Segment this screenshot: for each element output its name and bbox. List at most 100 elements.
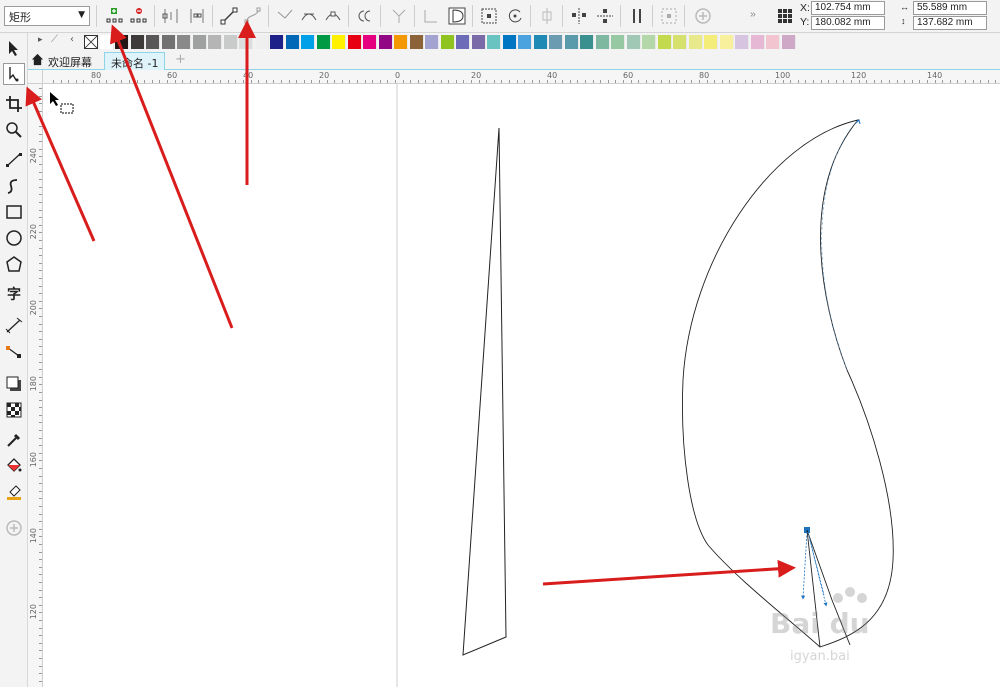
color-swatch[interactable] — [719, 35, 734, 49]
color-swatch[interactable] — [378, 35, 393, 49]
color-swatch[interactable] — [270, 35, 284, 49]
color-swatch[interactable] — [502, 35, 517, 49]
palette-menu-icon[interactable]: ▸ — [38, 35, 43, 45]
close-curve-button[interactable] — [418, 3, 444, 29]
color-swatch[interactable] — [254, 35, 269, 49]
shape-tool[interactable] — [3, 63, 25, 85]
color-swatch[interactable] — [409, 35, 424, 49]
to-curve-button[interactable] — [240, 3, 266, 29]
to-line-button[interactable] — [216, 3, 242, 29]
color-swatch[interactable] — [115, 35, 129, 49]
color-swatch[interactable] — [595, 35, 610, 49]
color-swatch[interactable] — [99, 35, 114, 49]
rectangle-tool[interactable] — [3, 201, 25, 223]
color-swatch[interactable] — [223, 35, 238, 49]
color-swatch[interactable] — [177, 35, 191, 49]
smooth-node-button[interactable] — [296, 3, 322, 29]
tab-welcome-screen[interactable]: 欢迎屏幕 — [42, 52, 98, 70]
color-swatch[interactable] — [363, 35, 377, 49]
color-swatch[interactable] — [440, 35, 455, 49]
height-field[interactable]: 137.682 mm — [913, 16, 987, 30]
color-swatch[interactable] — [549, 35, 563, 49]
artistic-media-tool[interactable] — [3, 175, 25, 197]
add-tool-button[interactable] — [3, 517, 25, 539]
horizontal-ruler[interactable]: 80 60 40 20 0 20 40 60 80 100 120 140 — [43, 70, 1000, 84]
break-curve-button[interactable] — [184, 3, 210, 29]
color-swatch[interactable] — [564, 35, 579, 49]
color-swatch[interactable] — [285, 35, 300, 49]
color-swatch[interactable] — [688, 35, 703, 49]
stretch-nodes-button[interactable] — [476, 3, 502, 29]
color-swatch[interactable] — [533, 35, 548, 49]
color-swatch[interactable] — [239, 35, 253, 49]
select-all-nodes-button[interactable] — [656, 3, 682, 29]
color-swatch[interactable] — [301, 35, 315, 49]
color-swatch[interactable] — [487, 35, 501, 49]
drop-shadow-tool[interactable] — [3, 373, 25, 395]
text-tool[interactable]: 字 — [3, 283, 25, 305]
eyedropper-tool[interactable] — [3, 429, 25, 451]
color-swatch[interactable] — [394, 35, 408, 49]
drawing-canvas[interactable] — [43, 84, 1000, 687]
pick-tool[interactable] — [3, 37, 25, 59]
color-swatch[interactable] — [626, 35, 641, 49]
align-nodes-button[interactable] — [534, 3, 560, 29]
vertical-ruler[interactable]: 240 220 200 180 160 140 120 — [28, 84, 43, 687]
x-position-field[interactable]: 102.754 mm — [811, 1, 885, 15]
zoom-tool[interactable] — [3, 119, 25, 141]
y-position-field[interactable]: 180.082 mm — [811, 16, 885, 30]
polygon-tool[interactable] — [3, 253, 25, 275]
color-swatch[interactable] — [766, 35, 780, 49]
eyedropper-icon[interactable]: ⟋ — [51, 34, 58, 45]
transparency-tool[interactable] — [3, 399, 25, 421]
crop-tool[interactable] — [3, 93, 25, 115]
width-field[interactable]: 55.589 mm — [913, 1, 987, 15]
color-swatch[interactable] — [642, 35, 656, 49]
color-swatch[interactable] — [456, 35, 470, 49]
color-swatch[interactable] — [192, 35, 207, 49]
color-swatch[interactable] — [146, 35, 160, 49]
ellipse-tool[interactable] — [3, 227, 25, 249]
color-swatch[interactable] — [161, 35, 176, 49]
color-swatch[interactable] — [750, 35, 765, 49]
auto-close-button[interactable] — [444, 3, 470, 29]
rotate-nodes-button[interactable] — [502, 3, 528, 29]
add-tab-button[interactable]: + — [169, 50, 192, 68]
color-swatch[interactable] — [130, 35, 145, 49]
color-swatch[interactable] — [332, 35, 346, 49]
color-swatch[interactable] — [518, 35, 532, 49]
delete-node-button[interactable] — [126, 3, 152, 29]
color-swatch[interactable] — [316, 35, 331, 49]
color-swatch[interactable] — [611, 35, 625, 49]
color-swatch[interactable] — [735, 35, 749, 49]
elastic-mode-button[interactable] — [624, 3, 650, 29]
join-nodes-button[interactable] — [158, 3, 184, 29]
overflow-chevron-icon[interactable]: » — [750, 8, 756, 20]
color-swatch[interactable] — [208, 35, 222, 49]
parallel-dimension-tool[interactable] — [3, 315, 25, 337]
color-swatch[interactable] — [704, 35, 718, 49]
connector-tool[interactable] — [3, 341, 25, 363]
mirror-h-button[interactable] — [566, 3, 592, 29]
smart-fill-tool[interactable] — [3, 481, 25, 503]
color-swatch[interactable] — [425, 35, 439, 49]
color-swatch[interactable] — [471, 35, 486, 49]
color-swatch[interactable] — [657, 35, 672, 49]
color-swatch[interactable] — [580, 35, 594, 49]
position-grid-button[interactable] — [772, 3, 798, 29]
interactive-fill-tool[interactable] — [3, 455, 25, 477]
color-swatch[interactable] — [347, 35, 362, 49]
scroll-left-icon[interactable]: ‹ — [70, 34, 74, 45]
symmetric-node-button[interactable] — [320, 3, 346, 29]
extract-subpath-button[interactable] — [386, 3, 412, 29]
reverse-direction-button[interactable] — [352, 3, 378, 29]
tab-document[interactable]: 未命名 -1 — [104, 52, 166, 70]
mirror-v-button[interactable] — [592, 3, 618, 29]
color-swatch[interactable] — [673, 35, 687, 49]
add-node-button[interactable] — [102, 3, 128, 29]
shape-type-select[interactable]: 矩形 ▼ — [4, 6, 90, 26]
ruler-origin[interactable] — [28, 70, 43, 84]
color-swatch[interactable] — [781, 35, 796, 49]
freehand-tool[interactable] — [3, 149, 25, 171]
add-toolbar-button[interactable] — [690, 3, 716, 29]
